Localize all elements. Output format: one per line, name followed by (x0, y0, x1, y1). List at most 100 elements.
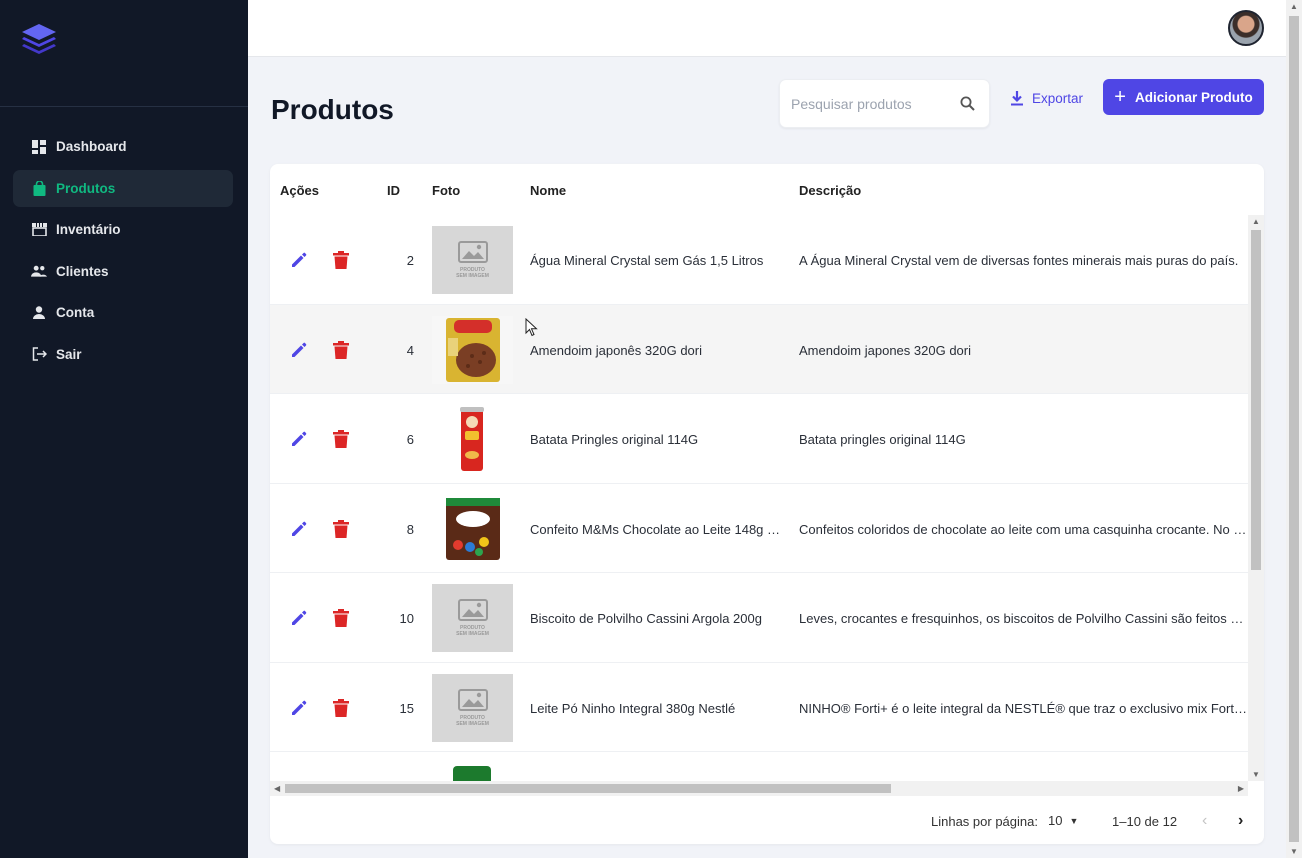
product-id: 4 (406, 342, 414, 358)
delete-icon[interactable] (332, 340, 350, 360)
product-photo-placeholder: PRODUTO SEM IMAGEM (432, 673, 513, 742)
sidebar-item-clientes[interactable]: Clientes (13, 253, 233, 290)
edit-icon[interactable] (289, 698, 309, 718)
table-header: Ações ID Foto Nome Descrição (270, 164, 1264, 215)
rows-per-page-value: 10 (1048, 813, 1063, 828)
sidebar-item-label: Dashboard (56, 139, 127, 154)
search-box (779, 79, 990, 128)
pagination: Linhas por página: 10 ▼ 1–10 de 12 ‹ › (270, 800, 1264, 844)
delete-icon[interactable] (332, 429, 350, 449)
product-description: Confeitos coloridos de chocolate ao leit… (799, 521, 1248, 537)
logo-icon[interactable] (20, 22, 58, 56)
download-icon (1010, 90, 1024, 106)
table-row[interactable]: 10 PRODUTO SEM IMAGEM Biscoito de Polvilh… (270, 573, 1248, 663)
edit-icon[interactable] (289, 340, 309, 360)
scroll-up-icon[interactable]: ▲ (1290, 2, 1298, 11)
sidebar-item-dashboard[interactable]: Dashboard (13, 128, 233, 165)
product-id: 15 (399, 700, 414, 716)
product-name: Batata Pringles original 114G (530, 432, 699, 447)
table-vertical-scrollbar[interactable]: ▲ ▼ (1248, 215, 1264, 781)
product-photo (432, 315, 513, 384)
sidebar-item-inventario[interactable]: Inventário (13, 211, 233, 248)
sidebar-item-conta[interactable]: Conta (13, 294, 233, 331)
column-header-foto[interactable]: Foto (432, 183, 460, 198)
product-photo-dori (446, 317, 500, 382)
sidebar-item-label: Sair (56, 346, 82, 362)
product-description: Amendoim japones 320G dori (799, 342, 971, 358)
person-icon (31, 305, 47, 321)
product-name: Confeito M&Ms Chocolate ao Leite 148g M.… (530, 521, 785, 537)
table-horizontal-scrollbar[interactable]: ◀ ▶ (270, 781, 1248, 796)
product-name: Água Mineral Crystal sem Gás 1,5 Litros (530, 253, 764, 268)
previous-page-icon[interactable]: ‹ (1202, 812, 1207, 830)
product-description: A Água Mineral Crystal vem de diversas f… (799, 253, 1239, 268)
edit-icon[interactable] (289, 608, 309, 628)
sidebar: Dashboard Produtos Inventário Clientes C… (0, 0, 248, 858)
search-icon[interactable] (960, 96, 975, 111)
sidebar-item-label: Inventário (56, 222, 121, 238)
delete-icon[interactable] (332, 608, 350, 628)
mouse-cursor-icon (525, 318, 538, 337)
column-header-descricao[interactable]: Descrição (799, 183, 861, 198)
product-photo-pringles (460, 407, 484, 471)
edit-icon[interactable] (289, 519, 309, 539)
column-header-nome[interactable]: Nome (530, 183, 566, 198)
product-photo (432, 495, 513, 563)
product-id: 6 (406, 432, 414, 447)
export-label: Exportar (1032, 90, 1084, 106)
delete-icon[interactable] (332, 250, 350, 270)
scroll-down-icon[interactable]: ▼ (1252, 770, 1260, 779)
product-id: 2 (406, 253, 414, 268)
page-vertical-scrollbar[interactable]: ▲ ▼ (1286, 0, 1302, 858)
logo-area (0, 0, 248, 107)
no-image-text: PRODUTO SEM IMAGEM (456, 625, 489, 637)
delete-icon[interactable] (332, 519, 350, 539)
table-row[interactable]: 2 PRODUTO SEM IMAGEM Água Mineral Crystal… (270, 215, 1248, 305)
add-product-button[interactable]: + Adicionar Produto (1103, 79, 1264, 115)
product-photo-placeholder: PRODUTO SEM IMAGEM (432, 226, 513, 294)
scrollbar-thumb[interactable] (285, 784, 891, 793)
add-product-label: Adicionar Produto (1134, 89, 1253, 105)
shopping-bag-icon (31, 180, 47, 196)
image-icon (457, 688, 488, 711)
table-row[interactable] (270, 752, 1248, 781)
plus-icon: + (1114, 86, 1126, 108)
edit-icon[interactable] (289, 250, 309, 270)
product-name: Amendoim japonês 320G dori (530, 342, 702, 358)
scroll-left-icon[interactable]: ◀ (274, 784, 280, 793)
store-icon (31, 222, 47, 238)
search-input[interactable] (791, 94, 951, 114)
next-page-icon[interactable]: › (1238, 812, 1243, 830)
scroll-down-icon[interactable]: ▼ (1290, 847, 1298, 856)
scroll-up-icon[interactable]: ▲ (1252, 217, 1260, 226)
no-image-text: PRODUTO SEM IMAGEM (456, 267, 489, 279)
scroll-right-icon[interactable]: ▶ (1238, 784, 1244, 793)
table-body: 2 PRODUTO SEM IMAGEM Água Mineral Crystal… (270, 215, 1248, 781)
column-header-acoes[interactable]: Ações (280, 183, 319, 198)
logout-icon (31, 346, 47, 362)
rows-per-page-select[interactable]: 10 ▼ (1048, 813, 1078, 828)
table-row[interactable]: 4 Amendoim japonês 320G dori Amendoim ja… (270, 304, 1248, 394)
sidebar-item-sair[interactable]: Sair (13, 336, 233, 373)
dashboard-icon (31, 139, 47, 155)
table-row[interactable]: 8 Confeito M&Ms Chocolate ao Leite 148g … (270, 484, 1248, 573)
page-title: Produtos (271, 94, 394, 125)
product-description: Batata pringles original 114G (799, 432, 966, 447)
edit-icon[interactable] (289, 429, 309, 449)
delete-icon[interactable] (332, 698, 350, 718)
sidebar-item-produtos[interactable]: Produtos (13, 169, 233, 207)
product-photo (432, 405, 513, 473)
products-table: Ações ID Foto Nome Descrição 2 PRODUTO SE… (270, 164, 1264, 844)
no-image-text: PRODUTO SEM IMAGEM (456, 714, 489, 727)
table-row[interactable]: 15 PRODUTO SEM IMAGEM Leite Pó Ninho Inte… (270, 663, 1248, 752)
sidebar-item-label: Clientes (56, 263, 109, 279)
scrollbar-thumb[interactable] (1251, 230, 1261, 570)
table-row[interactable]: 6 Batata Pringles original 114G Batata p… (270, 394, 1248, 484)
product-photo-mms (446, 497, 500, 560)
product-description: NINHO® Forti+ é o leite integral da NEST… (799, 700, 1248, 716)
people-icon (31, 263, 47, 279)
column-header-id[interactable]: ID (387, 183, 400, 198)
scrollbar-thumb[interactable] (1289, 16, 1299, 842)
avatar[interactable] (1228, 10, 1264, 46)
export-button[interactable]: Exportar (1010, 88, 1083, 108)
